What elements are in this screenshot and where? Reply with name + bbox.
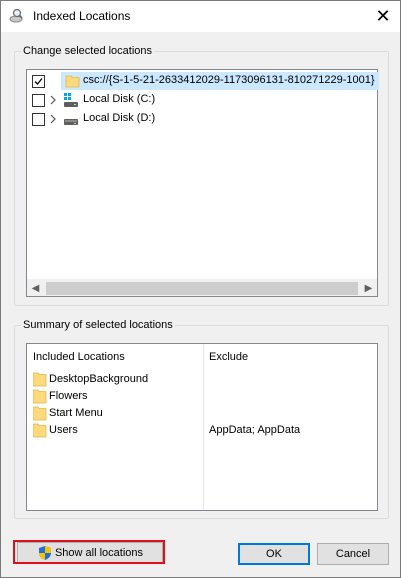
summary-label: Summary of selected locations: [21, 319, 175, 332]
title-bar: Indexed Locations ✕: [1, 1, 400, 32]
folder-icon: [33, 423, 47, 438]
close-button[interactable]: ✕: [366, 1, 400, 32]
chevron-right-icon[interactable]: [48, 94, 58, 106]
arrow-left-icon: ◀: [31, 283, 40, 294]
chevron-right-icon[interactable]: [48, 113, 58, 125]
cancel-label: Cancel: [335, 548, 371, 560]
excluded-location: AppData; AppData: [209, 424, 301, 436]
change-locations-group: Change selected locations csc://{S-1-5-2…: [14, 45, 389, 306]
included-location: Users: [49, 424, 78, 436]
tree-row-label: Local Disk (D:): [83, 112, 156, 124]
drive-icon: [64, 119, 78, 125]
windows-drive-icon: [64, 93, 78, 107]
folder-icon: [33, 389, 47, 404]
search-index-icon: [9, 8, 23, 23]
ok-button[interactable]: OK: [238, 543, 310, 565]
check-icon: [34, 78, 43, 85]
locations-tree[interactable]: csc://{S-1-5-21-2633412029-1173096131-81…: [26, 69, 379, 297]
change-locations-label: Change selected locations: [21, 45, 155, 58]
summary-list: Included Locations Exclude DesktopBackgr…: [26, 343, 378, 511]
tree-row-csc[interactable]: csc://{S-1-5-21-2633412029-1173096131-81…: [27, 72, 379, 90]
checkbox-local-disk-d[interactable]: [32, 113, 45, 126]
exclude-column-header: Exclude: [209, 351, 249, 363]
summary-row: Start Menu: [33, 405, 373, 421]
folder-icon: [33, 406, 47, 421]
annotation-highlight-box: [13, 540, 165, 564]
included-location: Flowers: [49, 390, 88, 402]
checkbox-local-disk-c[interactable]: [32, 94, 45, 107]
ok-label: OK: [266, 548, 282, 560]
checkbox-csc[interactable]: [32, 75, 45, 88]
scrollbar-thumb[interactable]: [46, 282, 358, 295]
summary-group: Summary of selected locations Included L…: [14, 319, 389, 519]
arrow-right-icon: ▶: [364, 283, 373, 294]
included-location: Start Menu: [49, 407, 103, 419]
tree-row-label: Local Disk (C:): [83, 93, 156, 105]
close-icon: ✕: [375, 6, 391, 26]
cancel-button[interactable]: Cancel: [317, 543, 389, 565]
summary-row: Flowers: [33, 388, 373, 404]
scroll-right-button[interactable]: ▶: [360, 280, 377, 297]
summary-row: DesktopBackground: [33, 371, 373, 387]
folder-icon: [65, 75, 80, 88]
summary-row: Users AppData; AppData: [33, 422, 373, 438]
tree-row-label: csc://{S-1-5-21-2633412029-1173096131-81…: [83, 74, 375, 86]
indexed-locations-dialog: Indexed Locations ✕ Change selected loca…: [0, 0, 401, 578]
folder-icon: [33, 372, 47, 387]
window-title: Indexed Locations: [33, 9, 131, 23]
tree-row-local-disk-c[interactable]: Local Disk (C:): [27, 91, 377, 109]
tree-row-local-disk-d[interactable]: Local Disk (D:): [27, 110, 377, 128]
included-location: DesktopBackground: [49, 373, 149, 385]
horizontal-scrollbar[interactable]: ◀ ▶: [27, 279, 377, 296]
included-column-header: Included Locations: [33, 351, 125, 363]
scroll-left-button[interactable]: ◀: [27, 280, 44, 297]
